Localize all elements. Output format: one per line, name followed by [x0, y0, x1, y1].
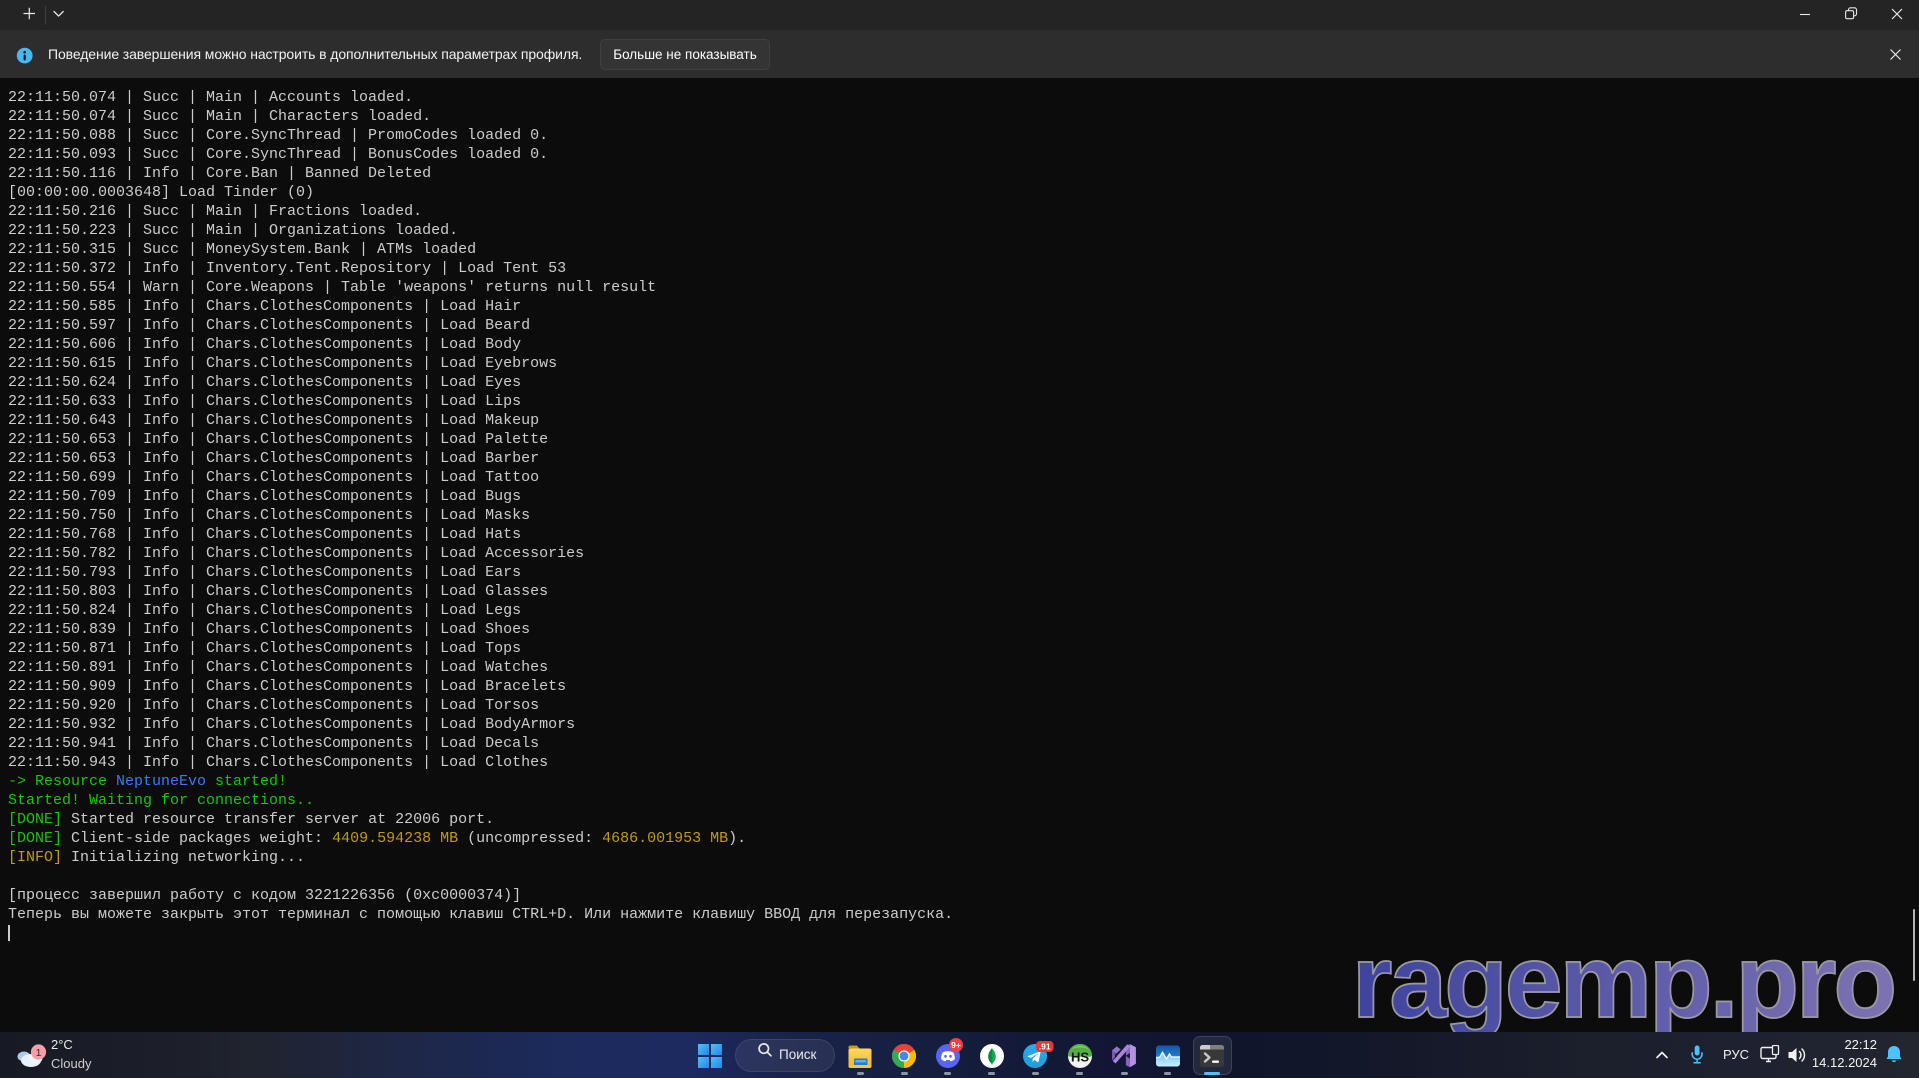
- svg-text:.91: .91: [1039, 1042, 1051, 1052]
- svg-text:9+: 9+: [951, 1040, 961, 1050]
- svg-text:HS: HS: [1070, 1049, 1088, 1064]
- svg-text:1: 1: [36, 1047, 42, 1059]
